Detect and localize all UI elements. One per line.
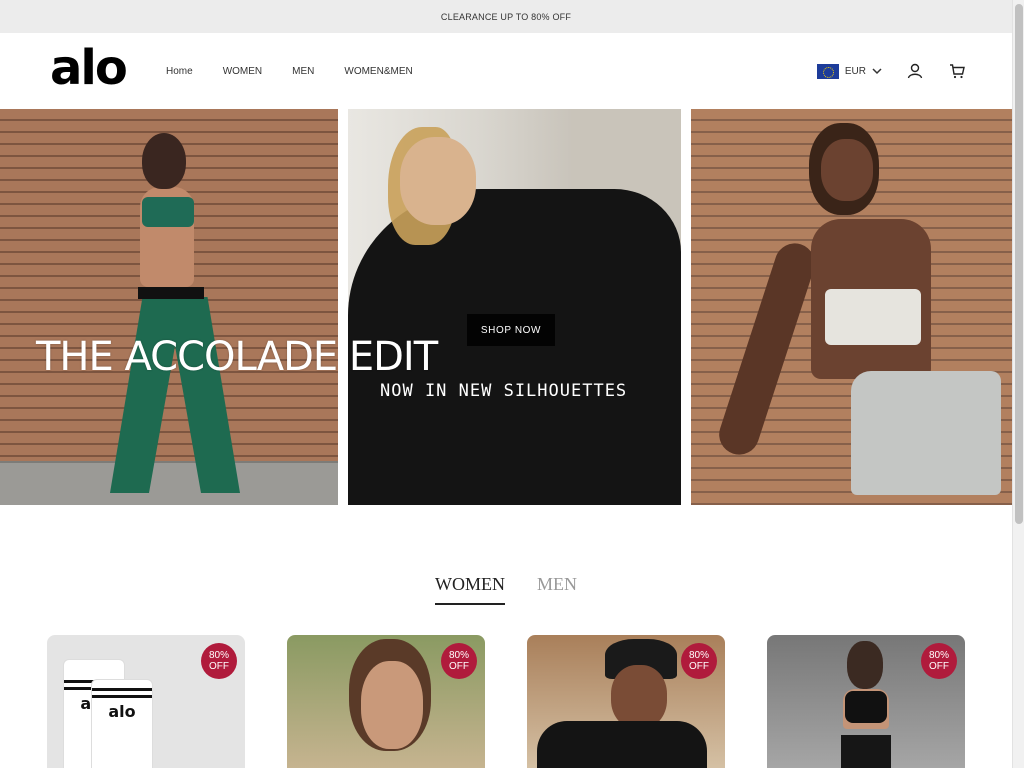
product-image-sock: alo [91, 679, 153, 768]
scrollbar-thumb[interactable] [1015, 4, 1023, 524]
chevron-down-icon [872, 68, 882, 75]
account-button[interactable] [906, 62, 924, 80]
product-card[interactable]: 80% OFF [287, 635, 485, 768]
hero-banner[interactable]: THE ACCOLADE EDIT NOW IN NEW SILHOUETTES… [0, 109, 1012, 505]
shop-now-button[interactable]: SHOP NOW [467, 314, 555, 346]
discount-badge: 80% OFF [441, 643, 477, 679]
site-header: alo Home WOMEN MEN WOMEN&MEN EUR [0, 33, 1012, 109]
flag-eu-icon [816, 63, 839, 79]
product-grid: alo alo 80% OFF 80% OFF [47, 635, 965, 768]
nav-women[interactable]: WOMEN [223, 66, 262, 77]
user-icon [907, 63, 923, 79]
hero-title: THE ACCOLADE EDIT [36, 334, 438, 380]
currency-selector[interactable]: EUR [816, 63, 882, 79]
product-card[interactable]: 80% OFF [527, 635, 725, 768]
nav-home[interactable]: Home [166, 66, 193, 77]
hero-image-center [348, 109, 681, 505]
hero-image-right [691, 109, 1012, 505]
announcement-text: CLEARANCE UP TO 80% OFF [440, 11, 572, 22]
alo-logo[interactable]: alo [50, 44, 166, 92]
product-card[interactable]: 80% OFF [767, 635, 965, 768]
discount-badge: 80% OFF [681, 643, 717, 679]
main-nav: Home WOMEN MEN WOMEN&MEN [166, 66, 413, 77]
page-scrollbar[interactable] [1012, 0, 1024, 768]
cart-button[interactable] [948, 62, 966, 80]
announcement-bar: CLEARANCE UP TO 80% OFF [0, 0, 1012, 33]
cart-icon [950, 64, 965, 79]
product-image-logo: alo [108, 702, 136, 721]
product-card[interactable]: alo alo 80% OFF [47, 635, 245, 768]
nav-men[interactable]: MEN [292, 66, 314, 77]
hero-image-left [0, 109, 338, 505]
header-actions: EUR [816, 33, 966, 109]
tab-women[interactable]: WOMEN [435, 574, 505, 605]
page: CLEARANCE UP TO 80% OFF alo Home WOMEN M… [0, 0, 1012, 768]
category-tabs: WOMEN MEN [0, 574, 1012, 605]
discount-badge: 80% OFF [921, 643, 957, 679]
currency-label: EUR [844, 65, 866, 77]
hero-subtitle: NOW IN NEW SILHOUETTES [380, 381, 628, 401]
tab-men[interactable]: MEN [537, 574, 577, 605]
discount-badge: 80% OFF [201, 643, 237, 679]
nav-women-men[interactable]: WOMEN&MEN [344, 66, 412, 77]
